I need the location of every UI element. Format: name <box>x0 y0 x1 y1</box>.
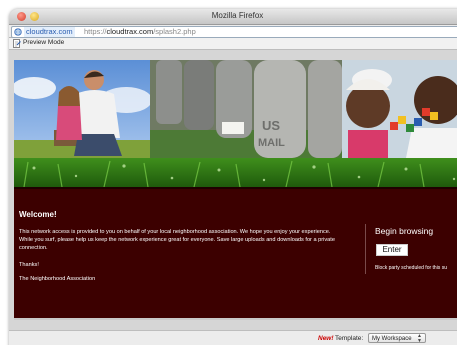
url-host: cloudtrax.com <box>106 27 154 36</box>
template-select-value: My Workspace <box>372 336 412 342</box>
site-identity-badge[interactable]: cloudtrax.com <box>24 27 75 37</box>
page-viewport: US MAIL Welcome! This network access is … <box>9 50 457 330</box>
template-status-bar: New! Template: My Workspace ▲ ▼ <box>9 330 457 345</box>
preview-mode-link[interactable]: Preview Mode <box>23 39 64 46</box>
document-icon <box>13 39 21 48</box>
grass-banner <box>14 158 457 187</box>
globe-icon <box>14 28 22 36</box>
children-photo <box>342 60 457 158</box>
address-bar: cloudtrax.com https://cloudtrax.com/spla… <box>9 25 457 38</box>
enter-button[interactable]: Enter <box>376 244 408 256</box>
mailboxes-photo: US MAIL <box>150 60 342 158</box>
page-bottom-bar <box>14 318 457 320</box>
url-prefix: https:// <box>84 27 107 36</box>
url-text: https://cloudtrax.com/splash2.php <box>84 27 196 37</box>
welcome-message: This network access is provided to you o… <box>19 229 335 251</box>
svg-text:US: US <box>262 118 280 133</box>
template-select[interactable]: My Workspace ▲ ▼ <box>368 333 426 344</box>
screen: Mozilla Firefox cloudtrax.com https://cl… <box>0 0 457 345</box>
welcome-heading: Welcome! <box>19 210 57 219</box>
header-photo-strip: US MAIL <box>14 60 457 158</box>
url-path: /splash2.php <box>153 27 196 36</box>
splash-content: Welcome! This network access is provided… <box>14 189 457 311</box>
splash-page: US MAIL Welcome! This network access is … <box>14 60 457 318</box>
new-badge: New! <box>318 335 334 342</box>
url-input[interactable]: cloudtrax.com https://cloudtrax.com/spla… <box>11 26 457 38</box>
begin-browsing-heading: Begin browsing <box>375 226 434 236</box>
thanks-text: Thanks! <box>19 262 39 268</box>
column-divider <box>365 224 366 274</box>
announcement-text: Block party scheduled for this su <box>375 265 447 271</box>
select-arrows-icon: ▲ ▼ <box>417 333 422 344</box>
template-label: Template: <box>335 335 364 342</box>
title-bar: Mozilla Firefox <box>9 9 457 25</box>
preview-toolbar: Preview Mode <box>9 38 457 50</box>
browser-window: Mozilla Firefox cloudtrax.com https://cl… <box>9 9 457 345</box>
family-photo <box>14 60 150 158</box>
signature-text: The Neighborhood Association <box>19 276 96 282</box>
window-title: Mozilla Firefox <box>211 11 264 20</box>
svg-text:MAIL: MAIL <box>258 137 285 149</box>
